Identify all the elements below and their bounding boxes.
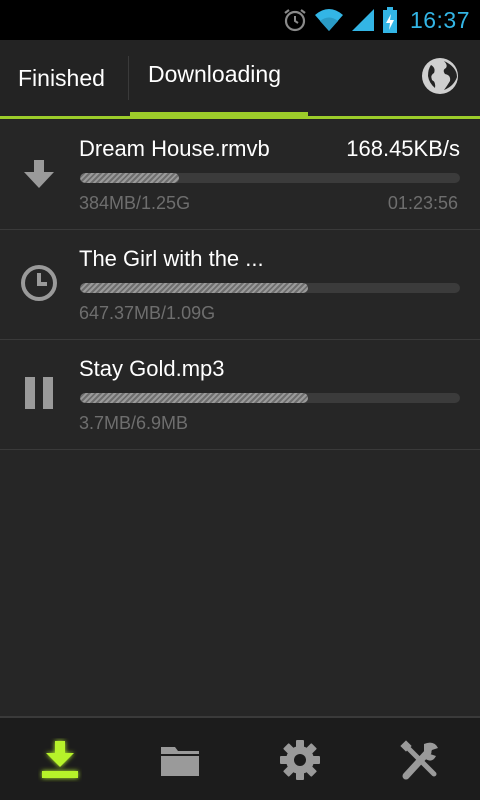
tab-divider — [128, 56, 129, 100]
progress-bar — [80, 173, 460, 183]
download-size: 3.7MB/6.9MB — [79, 413, 189, 433]
wifi-icon — [314, 9, 343, 31]
tab-selected-indicator — [130, 112, 308, 118]
status-bar: 16:37 — [0, 0, 480, 40]
download-icon[interactable] — [38, 738, 82, 782]
download-list: Dream House.rmvb 168.45KB/s 384MB/1.25G … — [0, 120, 480, 450]
progress-fill — [80, 393, 308, 403]
status-time: 16:37 — [409, 6, 470, 33]
folder-icon[interactable] — [158, 738, 202, 782]
tab-downloading[interactable]: Downloading — [148, 36, 281, 112]
progress-fill — [80, 283, 308, 293]
download-size: 384MB/1.25G — [79, 193, 191, 213]
download-speed: 168.45KB/s — [346, 136, 460, 161]
download-item[interactable]: The Girl with the ... 647.37MB/1.09G — [0, 230, 480, 340]
download-size: 647.37MB/1.09G — [79, 303, 216, 323]
download-arrow-icon[interactable] — [18, 152, 60, 194]
tools-icon[interactable] — [398, 738, 442, 782]
download-name: Dream House.rmvb — [79, 136, 270, 161]
download-item[interactable]: Dream House.rmvb 168.45KB/s 384MB/1.25G … — [0, 120, 480, 230]
battery-charging-icon — [382, 7, 397, 33]
globe-icon[interactable] — [420, 56, 460, 96]
download-name: Stay Gold.mp3 — [79, 356, 225, 381]
alarm-icon — [284, 9, 306, 32]
progress-fill — [80, 173, 179, 183]
status-icons: 16:37 — [282, 0, 480, 40]
progress-bar — [80, 283, 460, 293]
tab-finished[interactable]: Finished — [18, 40, 105, 116]
progress-bar — [80, 393, 460, 403]
download-item[interactable]: Stay Gold.mp3 3.7MB/6.9MB — [0, 340, 480, 450]
signal-icon — [351, 9, 374, 31]
clock-icon[interactable] — [18, 262, 60, 304]
download-time-left: 01:23:56 — [387, 193, 458, 213]
gear-icon[interactable] — [278, 738, 322, 782]
tab-header: Finished Downloading — [0, 40, 480, 120]
pause-icon[interactable] — [18, 372, 60, 414]
bottom-action-bar — [0, 716, 480, 800]
download-name: The Girl with the ... — [79, 246, 264, 271]
